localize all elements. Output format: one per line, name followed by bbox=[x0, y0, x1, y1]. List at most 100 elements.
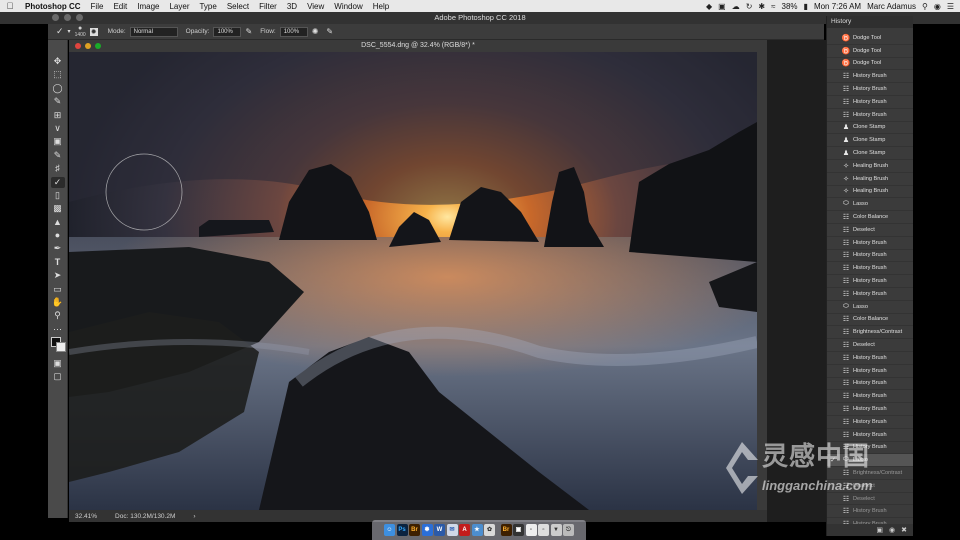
type-tool-icon[interactable]: T bbox=[51, 257, 65, 268]
menu-layer[interactable]: Layer bbox=[164, 2, 194, 11]
history-state[interactable]: ☷History Brush bbox=[827, 288, 913, 301]
eyedropper-tool-icon[interactable]: ∨ bbox=[51, 123, 65, 134]
downloads-icon[interactable]: ▼ bbox=[550, 524, 562, 536]
siri-icon[interactable]: ◉ bbox=[934, 2, 941, 11]
new-document-from-state-icon[interactable]: ▣ bbox=[876, 526, 883, 534]
marquee-tool-icon[interactable]: ⬚ bbox=[51, 69, 65, 80]
menu-file[interactable]: File bbox=[86, 2, 109, 11]
pressure-size-icon[interactable]: ✎ bbox=[326, 27, 333, 36]
path-select-tool-icon[interactable]: ➤ bbox=[51, 270, 65, 281]
history-state[interactable]: ☷ Brightness/Contrast bbox=[827, 326, 913, 340]
apple-icon[interactable]:  bbox=[0, 1, 20, 11]
history-state[interactable]: ✧ Healing Brush bbox=[827, 186, 913, 199]
new-snapshot-icon[interactable]: ◉ bbox=[889, 526, 895, 534]
history-state[interactable]: ☷History Brush bbox=[827, 352, 913, 365]
preview-icon[interactable]: ▣ bbox=[513, 524, 524, 536]
history-state[interactable]: ⬭ Lasso bbox=[827, 198, 913, 212]
zoom-tool-icon[interactable]: ⚲ bbox=[51, 310, 65, 321]
bluetooth-icon[interactable]: ✱ bbox=[758, 2, 765, 11]
history-state[interactable]: ☷History Brush bbox=[827, 275, 913, 288]
history-panel-title[interactable]: History bbox=[827, 16, 913, 28]
brush-panel-icon[interactable]: ✹ bbox=[89, 27, 98, 36]
menu-filter[interactable]: Filter bbox=[254, 2, 282, 11]
history-state[interactable]: ♉ Dodge Tool bbox=[827, 32, 913, 45]
menu-help[interactable]: Help bbox=[368, 2, 394, 11]
quick-select-tool-icon[interactable]: ✎ bbox=[51, 96, 65, 107]
document-tab[interactable]: DSC_5554.dng @ 32.4% (RGB/8*) * bbox=[69, 40, 767, 52]
history-brush-tool-icon[interactable]: ✓ bbox=[50, 176, 65, 188]
clock[interactable]: Mon 7:26 AM bbox=[814, 2, 861, 11]
history-state[interactable]: ☷ Color Balance bbox=[827, 314, 913, 327]
history-state[interactable]: ☷History Brush bbox=[827, 403, 913, 416]
pdf-icon[interactable]: A bbox=[459, 524, 470, 536]
image-file-icon[interactable]: ▫ bbox=[538, 524, 549, 536]
hand-tool-icon[interactable]: ✋ bbox=[51, 297, 65, 308]
crop-tool-icon[interactable]: ⊞ bbox=[51, 110, 65, 121]
menu-select[interactable]: Select bbox=[222, 2, 254, 11]
history-state[interactable]: ☷History Brush bbox=[827, 378, 913, 391]
bridge-icon[interactable]: Br bbox=[409, 524, 420, 536]
notification-icon[interactable]: ☰ bbox=[947, 2, 954, 11]
menu-edit[interactable]: Edit bbox=[108, 2, 132, 11]
shape-tool-icon[interactable]: ▭ bbox=[51, 284, 65, 295]
wifi-icon[interactable]: ≈ bbox=[771, 2, 775, 11]
display-icon[interactable]: ▣ bbox=[718, 2, 726, 11]
flow-field[interactable]: 100% bbox=[279, 26, 308, 37]
zoom-level[interactable]: 32.41% bbox=[75, 513, 97, 520]
history-state[interactable]: ☷History Brush bbox=[827, 390, 913, 404]
chevron-down-icon[interactable]: ▾ bbox=[68, 28, 71, 35]
status-menu-arrow-icon[interactable]: › bbox=[193, 513, 195, 520]
clone-stamp-tool-icon[interactable]: ♯ bbox=[51, 163, 65, 174]
history-state[interactable]: ♉ Dodge Tool bbox=[827, 45, 913, 58]
airbrush-icon[interactable]: ✺ bbox=[312, 27, 319, 36]
history-state[interactable]: ☷History Brush bbox=[827, 250, 913, 263]
menu-3d[interactable]: 3D bbox=[282, 2, 302, 11]
history-state[interactable]: ✧ Healing Brush bbox=[827, 160, 913, 173]
image-canvas[interactable] bbox=[69, 52, 757, 510]
history-state[interactable]: ☷ Deselect bbox=[827, 224, 913, 237]
menu-window[interactable]: Window bbox=[329, 2, 367, 11]
finder-icon[interactable]: ☺ bbox=[384, 524, 395, 536]
cloud-icon[interactable]: ☁ bbox=[732, 2, 740, 11]
menu-type[interactable]: Type bbox=[194, 2, 221, 11]
trash-icon[interactable]: ⎋ bbox=[563, 524, 574, 536]
menu-view[interactable]: View bbox=[302, 2, 329, 11]
brush-size-preview[interactable]: ● 1400 bbox=[75, 25, 86, 38]
pressure-opacity-icon[interactable]: ✎ bbox=[245, 27, 252, 36]
mode-select[interactable]: Normal bbox=[129, 26, 178, 37]
color-swatches[interactable] bbox=[50, 337, 66, 353]
menu-image[interactable]: Image bbox=[132, 2, 164, 11]
document-icon[interactable]: ▫ bbox=[525, 524, 537, 536]
delete-state-icon[interactable]: ✖ bbox=[901, 526, 907, 534]
history-state[interactable]: ✧ Healing Brush bbox=[827, 173, 913, 186]
pen-tool-icon[interactable]: ✒ bbox=[51, 243, 65, 254]
spotlight-icon[interactable]: ⚲ bbox=[922, 2, 928, 11]
history-state[interactable]: ☷History Brush bbox=[827, 505, 913, 519]
photoshop-icon[interactable]: Ps bbox=[396, 524, 408, 536]
history-state[interactable]: ☷History Brush bbox=[827, 365, 913, 378]
app-store-icon[interactable]: ★ bbox=[471, 524, 483, 536]
healing-brush-tool-icon[interactable]: ▣ bbox=[51, 136, 65, 147]
more-tools-icon[interactable]: ⋯ bbox=[51, 324, 65, 335]
brush-tool-icon[interactable]: ✎ bbox=[51, 150, 65, 161]
word-icon[interactable]: W bbox=[434, 524, 445, 536]
opacity-field[interactable]: 100% bbox=[213, 26, 242, 37]
history-state[interactable]: ☷ Color Balance bbox=[827, 211, 913, 224]
photos-icon[interactable]: ✿ bbox=[484, 524, 495, 536]
history-state[interactable]: ☷ Deselect bbox=[827, 339, 913, 352]
gradient-tool-icon[interactable]: ▩ bbox=[51, 203, 65, 214]
dodge-tool-icon[interactable]: ● bbox=[51, 230, 65, 241]
move-tool-icon[interactable]: ✥ bbox=[51, 56, 65, 67]
history-state[interactable]: ⬭ Lasso bbox=[827, 301, 913, 314]
background-color-swatch[interactable] bbox=[55, 342, 66, 353]
sync-icon[interactable]: ↻ bbox=[746, 2, 753, 11]
user-name[interactable]: Marc Adamus bbox=[867, 2, 916, 11]
dropbox-icon[interactable]: ◆ bbox=[706, 2, 712, 11]
quick-mask-icon[interactable]: ▣ bbox=[51, 358, 65, 369]
lasso-tool-icon[interactable]: ◯ bbox=[51, 83, 65, 94]
history-state[interactable]: ☷History Brush bbox=[827, 109, 913, 122]
history-state[interactable]: ☷History Brush bbox=[827, 70, 913, 84]
bridge-doc-icon[interactable]: Br bbox=[500, 524, 512, 536]
history-state[interactable]: ☷History Brush bbox=[827, 262, 913, 276]
history-state[interactable]: ☷History Brush bbox=[827, 237, 913, 250]
